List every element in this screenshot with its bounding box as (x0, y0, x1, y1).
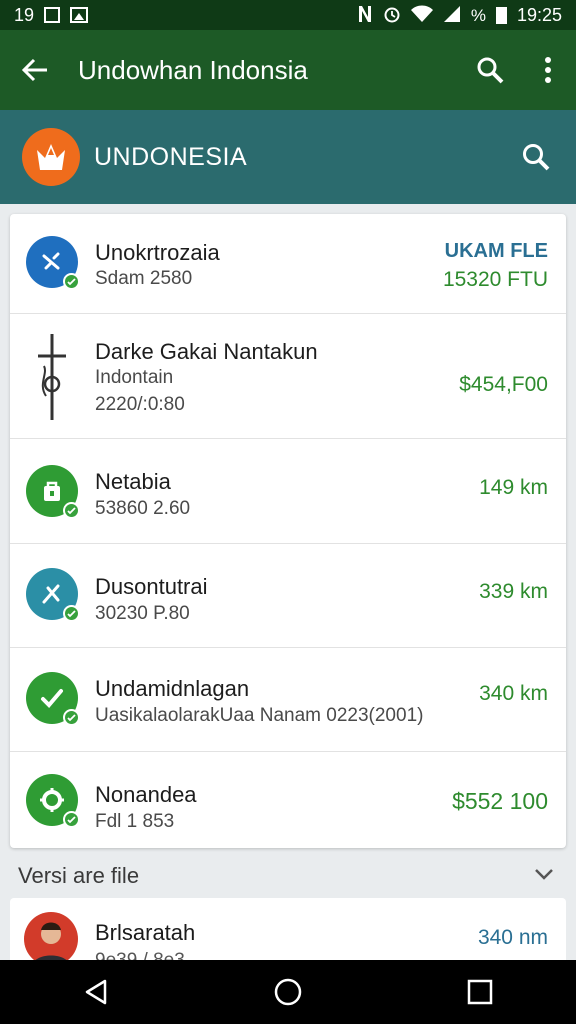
recents-square-icon[interactable] (440, 960, 520, 1024)
app-toolbar: Undowhan Indonsia (0, 30, 576, 110)
system-nav-bar (0, 960, 576, 1024)
signal-icon (443, 5, 461, 26)
list-item[interactable]: Brlsaratah 9e39 / 8e3 340 nm (10, 898, 566, 968)
more-vert-icon[interactable] (520, 30, 576, 110)
item-value: 15320 FTU (442, 268, 548, 291)
item-subtitle: 30230 P.80 (95, 603, 190, 624)
item-value: 339 km (479, 580, 548, 603)
section-header[interactable]: Versi are file (0, 852, 576, 900)
check-icon (26, 672, 80, 726)
status-time: 19:25 (516, 4, 562, 25)
crown-logo-icon (22, 128, 80, 186)
sword-icon (32, 332, 72, 422)
list-item[interactable]: Dusontutrai 30230 P.80 339 km (10, 544, 566, 648)
search-icon[interactable] (496, 110, 576, 204)
item-value: 340 nm (477, 926, 548, 949)
list-item[interactable]: Darke Gakai Nantakun Indontain 2220/:0:8… (10, 314, 566, 439)
item-value: $552 100 (452, 788, 548, 814)
avatar (24, 912, 78, 966)
section-label: Versi are file (18, 863, 140, 888)
item-value: 149 km (479, 476, 548, 499)
verified-check-icon (63, 502, 80, 519)
back-triangle-icon[interactable] (56, 960, 136, 1024)
item-title: Nonandea (95, 782, 197, 807)
list-item[interactable]: Netabia 53860 2.60 149 km (10, 439, 566, 544)
list-item[interactable]: Undamidnlagan UasikalaolarakUaa Nanam 02… (10, 648, 566, 752)
percent-icon: % (470, 5, 486, 25)
item-subtitle: Indontain (95, 367, 174, 388)
item-subtitle: Fdl 1 853 (95, 811, 175, 832)
image-icon (70, 7, 89, 23)
item-title: Darke Gakai Nantakun (95, 339, 318, 364)
item-title: Netabia (95, 469, 171, 494)
item-value: 340 km (479, 682, 548, 705)
verified-check-icon (63, 605, 80, 622)
item-value-label: UKAM FLE (444, 240, 548, 262)
back-arrow-icon[interactable] (0, 30, 70, 110)
list-item[interactable]: Nonandea Fdl 1 853 $552 100 (10, 752, 566, 848)
brand-name: UNDONESIA (94, 142, 248, 171)
item-date: 2220/:0:80 (95, 394, 185, 415)
verified-check-icon (63, 709, 80, 726)
items-card: Unokrtrozaia Sdam 2580 UKAM FLE 15320 FT… (10, 214, 566, 848)
item-title: Unokrtrozaia (95, 240, 220, 265)
item-value: $454,F00 (459, 373, 548, 396)
status-left: 19 (14, 4, 89, 26)
search-icon[interactable] (460, 30, 520, 110)
page-title: Undowhan Indonsia (78, 54, 308, 85)
brand-header: UNDONESIA (0, 110, 576, 204)
item-subtitle: Sdam 2580 (95, 268, 193, 289)
n-icon (357, 5, 373, 26)
item-subtitle: 53860 2.60 (95, 498, 191, 519)
item-subtitle: UasikalaolarakUaa Nanam 0223(2001) (95, 705, 424, 726)
list-item[interactable]: Unokrtrozaia Sdam 2580 UKAM FLE 15320 FT… (10, 214, 566, 314)
square-icon (44, 7, 61, 23)
chevron-down-icon[interactable] (534, 867, 554, 885)
tool-icon (26, 568, 80, 622)
item-title: Dusontutrai (95, 574, 208, 599)
item-title: Undamidnlagan (95, 676, 250, 701)
status-left-text: 19 (14, 4, 35, 25)
gear-icon (26, 774, 80, 828)
verified-check-icon (63, 273, 80, 290)
home-circle-icon[interactable] (248, 960, 328, 1024)
alarm-icon (383, 5, 401, 26)
battery-icon (495, 6, 507, 24)
verified-check-icon (63, 811, 80, 828)
status-bar: 19 % 19:25 (0, 0, 576, 30)
wifi-icon (410, 5, 433, 26)
wrench-icon (26, 236, 80, 290)
status-right: % 19:25 (357, 5, 562, 26)
item-title: Brlsaratah (95, 920, 196, 945)
bag-icon (26, 465, 80, 519)
